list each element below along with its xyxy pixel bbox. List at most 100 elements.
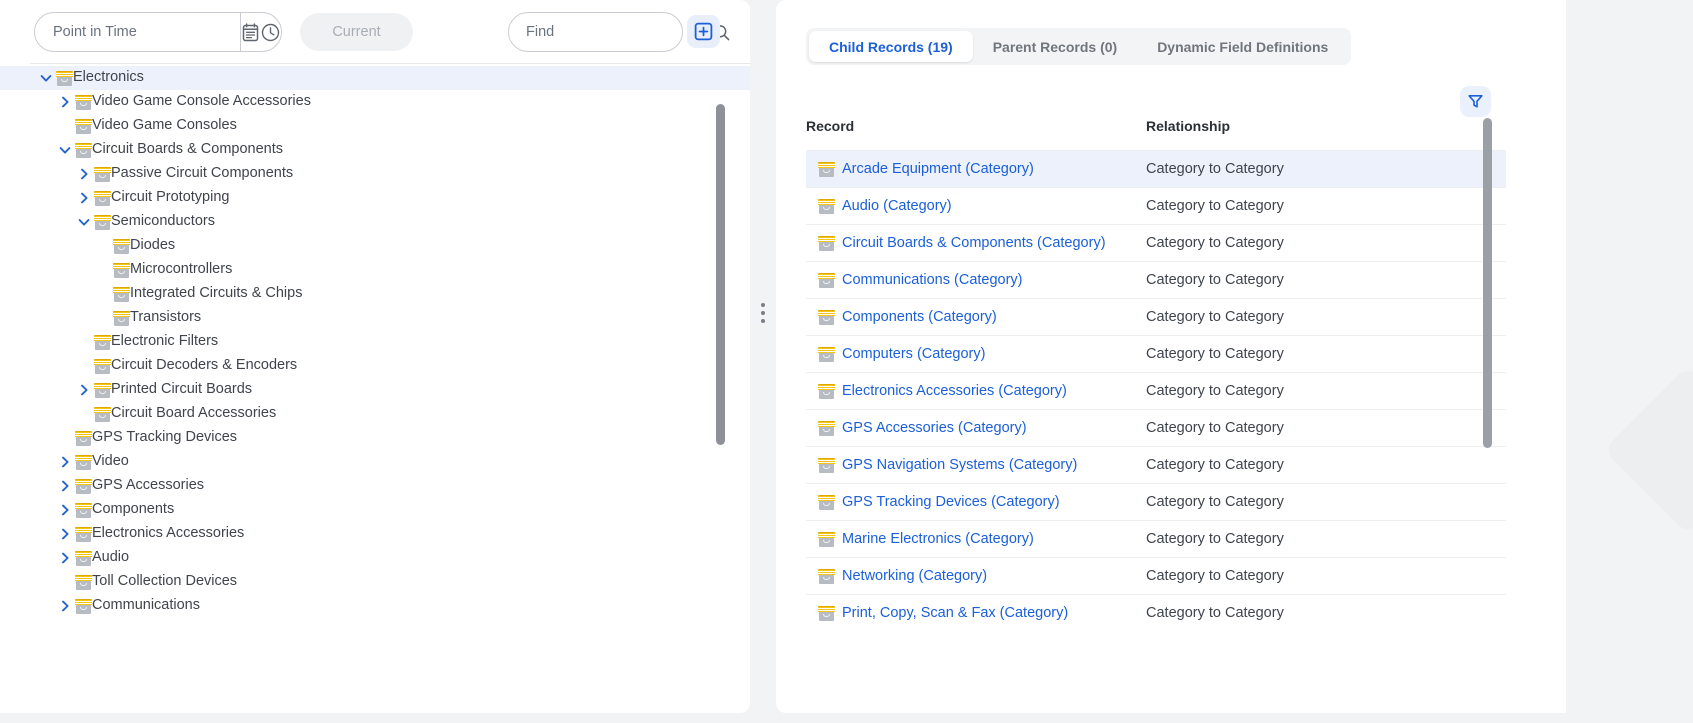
- tab-parent-records-0[interactable]: Parent Records (0): [973, 31, 1137, 62]
- tree-twisty-spacer: [74, 354, 94, 378]
- tree-node[interactable]: Electronics: [0, 66, 750, 90]
- tree-node[interactable]: Video Game Console Accessories: [0, 90, 750, 114]
- chevron-down-icon[interactable]: [36, 66, 56, 90]
- cell-record[interactable]: Circuit Boards & Components (Category): [806, 235, 1146, 251]
- chevron-right-icon[interactable]: [55, 450, 75, 474]
- tree-node-label: Components: [92, 501, 175, 518]
- tree-node-label: Diodes: [130, 237, 176, 254]
- clock-icon[interactable]: [261, 13, 281, 51]
- record-link[interactable]: Electronics Accessories (Category): [842, 383, 1067, 399]
- find-input[interactable]: [509, 24, 713, 40]
- tree-node[interactable]: Circuit Prototyping: [0, 186, 750, 210]
- tree-node[interactable]: Printed Circuit Boards: [0, 378, 750, 402]
- table-vertical-scrollbar[interactable]: [1483, 118, 1492, 448]
- record-link[interactable]: Audio (Category): [842, 198, 952, 214]
- tree-node[interactable]: Electronics Accessories: [0, 522, 750, 546]
- cell-record[interactable]: Electronics Accessories (Category): [806, 383, 1146, 399]
- table-row[interactable]: Circuit Boards & Components (Category) Ca…: [806, 224, 1506, 261]
- chevron-right-icon[interactable]: [74, 378, 94, 402]
- tree-vertical-scrollbar[interactable]: [716, 104, 725, 445]
- filter-button[interactable]: [1460, 86, 1491, 117]
- record-link[interactable]: Print, Copy, Scan & Fax (Category): [842, 605, 1068, 621]
- cell-relationship: Category to Category: [1146, 309, 1284, 325]
- tree-node[interactable]: Transistors: [0, 306, 750, 330]
- chevron-right-icon[interactable]: [55, 474, 75, 498]
- tree-node[interactable]: Microcontrollers: [0, 258, 750, 282]
- cell-record[interactable]: GPS Navigation Systems (Category): [806, 457, 1146, 473]
- chevron-down-icon[interactable]: [74, 210, 94, 234]
- tree-node[interactable]: Electronic Filters: [0, 330, 750, 354]
- table-row[interactable]: Computers (Category) Category to Category: [806, 335, 1506, 372]
- table-row[interactable]: GPS Tracking Devices (Category) Category …: [806, 483, 1506, 520]
- table-row[interactable]: Communications (Category) Category to Cat…: [806, 261, 1506, 298]
- record-link[interactable]: GPS Tracking Devices (Category): [842, 494, 1060, 510]
- tree-node[interactable]: Circuit Decoders & Encoders: [0, 354, 750, 378]
- panel-splitter-handle[interactable]: [758, 295, 768, 331]
- record-link[interactable]: Marine Electronics (Category): [842, 531, 1034, 547]
- cell-record[interactable]: Computers (Category): [806, 346, 1146, 362]
- tree-node-label: Microcontrollers: [130, 261, 233, 278]
- tree-node[interactable]: Passive Circuit Components: [0, 162, 750, 186]
- tree-node[interactable]: Video Game Consoles: [0, 114, 750, 138]
- record-link[interactable]: GPS Navigation Systems (Category): [842, 457, 1077, 473]
- table-row[interactable]: Print, Copy, Scan & Fax (Category) Catego…: [806, 594, 1506, 631]
- point-in-time-input[interactable]: [35, 13, 240, 51]
- tree-node[interactable]: Toll Collection Devices: [0, 570, 750, 594]
- tree-twisty-spacer: [74, 330, 94, 354]
- tab-dynamic-field-definitions[interactable]: Dynamic Field Definitions: [1137, 31, 1348, 62]
- table-row[interactable]: Marine Electronics (Category) Category to…: [806, 520, 1506, 557]
- chevron-right-icon[interactable]: [74, 186, 94, 210]
- cell-record[interactable]: Communications (Category): [806, 272, 1146, 288]
- current-button[interactable]: Current: [300, 13, 413, 51]
- category-box-icon: [818, 420, 835, 436]
- table-row[interactable]: GPS Accessories (Category) Category to Ca…: [806, 409, 1506, 446]
- record-link[interactable]: Communications (Category): [842, 272, 1023, 288]
- cell-record[interactable]: Print, Copy, Scan & Fax (Category): [806, 605, 1146, 621]
- column-header-relationship[interactable]: Relationship: [1146, 118, 1446, 134]
- record-link[interactable]: Networking (Category): [842, 568, 987, 584]
- cell-record[interactable]: Arcade Equipment (Category): [806, 161, 1146, 177]
- chevron-right-icon[interactable]: [74, 162, 94, 186]
- add-record-button[interactable]: [687, 15, 720, 48]
- record-link[interactable]: Circuit Boards & Components (Category): [842, 235, 1106, 251]
- tree-node[interactable]: Audio: [0, 546, 750, 570]
- record-link[interactable]: Computers (Category): [842, 346, 985, 362]
- tree-node[interactable]: Circuit Boards & Components: [0, 138, 750, 162]
- tree-node[interactable]: Semiconductors: [0, 210, 750, 234]
- tree-node[interactable]: Components: [0, 498, 750, 522]
- cell-record[interactable]: GPS Accessories (Category): [806, 420, 1146, 436]
- calendar-icon[interactable]: [241, 13, 261, 51]
- tree-node[interactable]: Diodes: [0, 234, 750, 258]
- chevron-right-icon[interactable]: [55, 90, 75, 114]
- chevron-right-icon[interactable]: [55, 498, 75, 522]
- cell-record[interactable]: Networking (Category): [806, 568, 1146, 584]
- table-row[interactable]: Audio (Category) Category to Category: [806, 187, 1506, 224]
- record-link[interactable]: Arcade Equipment (Category): [842, 161, 1034, 177]
- chevron-down-icon[interactable]: [55, 138, 75, 162]
- tree-node[interactable]: Communications: [0, 594, 750, 618]
- cell-record[interactable]: GPS Tracking Devices (Category): [806, 494, 1146, 510]
- tab-child-records-19[interactable]: Child Records (19): [809, 31, 973, 62]
- chevron-right-icon[interactable]: [55, 522, 75, 546]
- record-link[interactable]: Components (Category): [842, 309, 997, 325]
- column-header-record[interactable]: Record: [806, 118, 1146, 134]
- category-box-icon: [113, 286, 130, 302]
- record-link[interactable]: GPS Accessories (Category): [842, 420, 1027, 436]
- table-row[interactable]: GPS Navigation Systems (Category) Categor…: [806, 446, 1506, 483]
- category-box-icon: [818, 568, 835, 584]
- chevron-right-icon[interactable]: [55, 594, 75, 618]
- tree-node[interactable]: Video: [0, 450, 750, 474]
- cell-record[interactable]: Audio (Category): [806, 198, 1146, 214]
- cell-record[interactable]: Marine Electronics (Category): [806, 531, 1146, 547]
- tree-node[interactable]: GPS Tracking Devices: [0, 426, 750, 450]
- tree-node[interactable]: Integrated Circuits & Chips: [0, 282, 750, 306]
- table-row[interactable]: Electronics Accessories (Category) Catego…: [806, 372, 1506, 409]
- tree-node[interactable]: GPS Accessories: [0, 474, 750, 498]
- chevron-right-icon[interactable]: [55, 546, 75, 570]
- table-row[interactable]: Arcade Equipment (Category) Category to C…: [806, 150, 1506, 187]
- table-row[interactable]: Components (Category) Category to Categor…: [806, 298, 1506, 335]
- table-row[interactable]: Networking (Category) Category to Categor…: [806, 557, 1506, 594]
- category-tree[interactable]: Electronics Video Game Console Accessorie…: [0, 66, 750, 713]
- cell-record[interactable]: Components (Category): [806, 309, 1146, 325]
- tree-node[interactable]: Circuit Board Accessories: [0, 402, 750, 426]
